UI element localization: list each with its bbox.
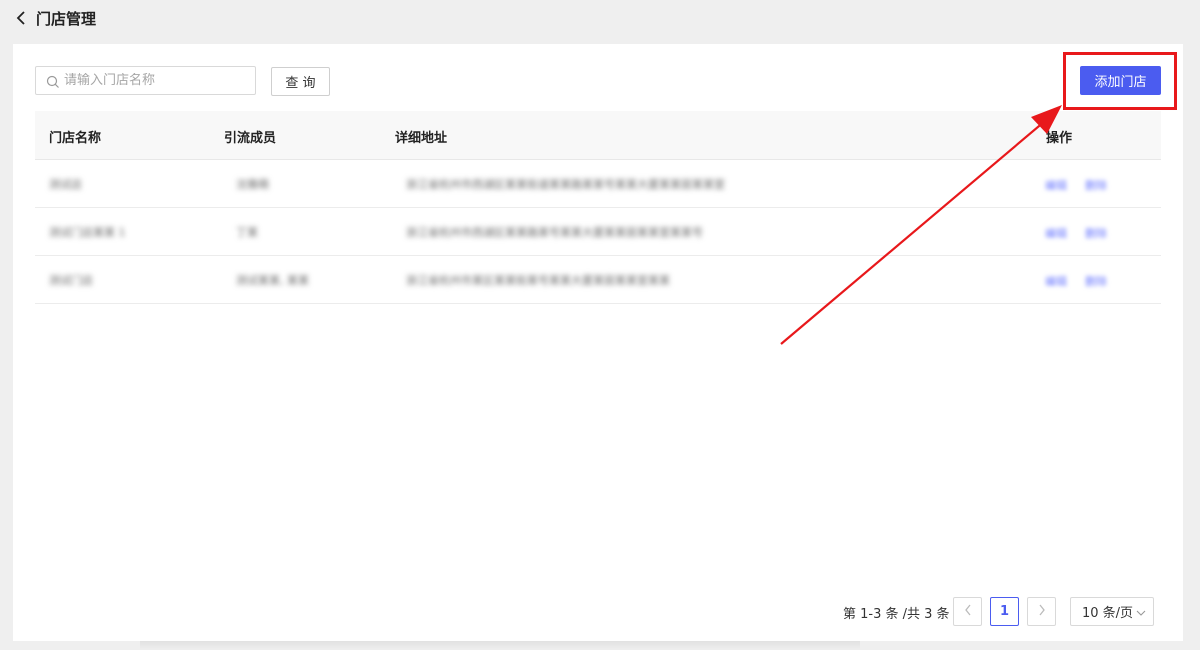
bottom-shadow [140, 641, 860, 650]
chevron-down-icon [1136, 607, 1146, 617]
column-header-member: 引流成员 [224, 131, 277, 146]
top-bar: 门店管理 [0, 0, 1200, 40]
edit-link[interactable]: 编辑 [1045, 273, 1067, 289]
delete-link[interactable]: 删除 [1085, 273, 1107, 289]
table-header: 门店名称 引流成员 详细地址 操作 [35, 111, 1161, 160]
table-row: 测试门店 测试某某, 某某 浙江省杭州市某区某某街某号某某大厦某层某某室某某 编… [35, 256, 1161, 304]
pagination-summary: 第 1-3 条 /共 3 条 [843, 607, 950, 622]
edit-link[interactable]: 编辑 [1045, 225, 1067, 241]
pagination: 第 1-3 条 /共 3 条 1 10 条/页 [13, 597, 1183, 627]
page-size-select[interactable]: 10 条/页 [1070, 597, 1154, 626]
add-store-button[interactable]: 添加门店 [1080, 66, 1161, 95]
column-header-store-name: 门店名称 [49, 131, 102, 146]
store-name-cell: 测试门店某某 1 [49, 226, 126, 239]
chevron-right-icon [1038, 604, 1046, 620]
search-icon [46, 74, 60, 88]
member-cell: 测试某某, 某某 [236, 274, 309, 287]
page-title: 门店管理 [36, 10, 97, 28]
table-row: 测试店 沈雅萌 浙江省杭州市西湖区某某街道某某路某某号某某大厦某某层某某室 编辑… [35, 160, 1161, 208]
query-button[interactable]: 查 询 [271, 67, 330, 96]
content-card: 查 询 添加门店 门店名称 引流成员 详细地址 操作 测试店 沈雅萌 浙江省杭州… [13, 44, 1183, 641]
search-input[interactable] [64, 73, 255, 88]
member-cell: 沈雅萌 [236, 178, 269, 191]
column-header-address: 详细地址 [395, 131, 448, 146]
address-cell: 浙江省杭州市西湖区某某路某号某某大厦某某层某某室某某号 [406, 226, 703, 239]
member-cell: 丁某 [236, 226, 258, 239]
store-table: 门店名称 引流成员 详细地址 操作 测试店 沈雅萌 浙江省杭州市西湖区某某街道某… [35, 111, 1161, 304]
page-button-current[interactable]: 1 [990, 597, 1019, 626]
next-page-button[interactable] [1027, 597, 1056, 626]
table-row: 测试门店某某 1 丁某 浙江省杭州市西湖区某某路某号某某大厦某某层某某室某某号 … [35, 208, 1161, 256]
chevron-left-icon [964, 604, 972, 620]
column-header-actions: 操作 [1046, 131, 1073, 146]
address-cell: 浙江省杭州市西湖区某某街道某某路某某号某某大厦某某层某某室 [406, 178, 725, 191]
address-cell: 浙江省杭州市某区某某街某号某某大厦某层某某室某某 [406, 274, 670, 287]
edit-link[interactable]: 编辑 [1045, 177, 1067, 193]
store-name-cell: 测试店 [49, 178, 82, 191]
store-name-cell: 测试门店 [49, 274, 93, 287]
back-icon[interactable] [14, 10, 28, 26]
prev-page-button[interactable] [953, 597, 982, 626]
delete-link[interactable]: 删除 [1085, 225, 1107, 241]
search-field[interactable] [35, 66, 256, 95]
page-size-value: 10 条/页 [1082, 606, 1134, 621]
delete-link[interactable]: 删除 [1085, 177, 1107, 193]
